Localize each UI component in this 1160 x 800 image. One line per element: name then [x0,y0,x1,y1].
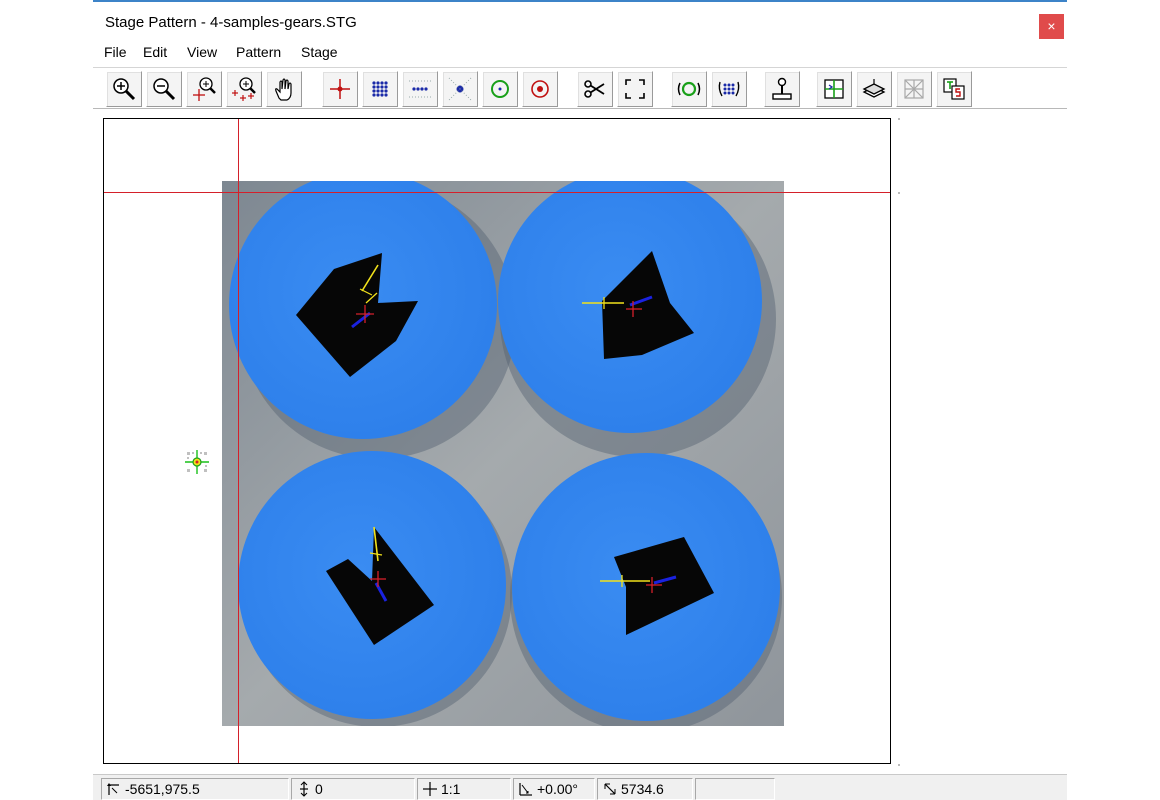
distance-value: 5734.6 [621,781,664,797]
coordinates-icon [107,783,119,795]
status-extra [695,778,775,800]
fit-to-window-button[interactable] [617,71,653,107]
zoom-in-button[interactable] [106,71,142,107]
close-button[interactable]: × [1039,14,1064,39]
samples-scan-graphic [222,181,784,726]
panel-tick [898,118,900,120]
fit-window-icon [625,79,645,99]
coordinates-value: -5651,975.5 [125,781,200,797]
text-settings-icon [943,78,965,100]
z-value: 0 [315,781,323,797]
zoom-point-icon [193,77,216,101]
title-bar: Stage Pattern - 4-samples-gears.STG × [93,4,1067,40]
menu-file[interactable]: File [104,44,127,60]
line-points-button[interactable] [402,71,438,107]
joystick-button[interactable] [764,71,800,107]
menu-pattern[interactable]: Pattern [236,44,281,60]
center-point-button[interactable] [442,71,478,107]
panel-tick [898,764,900,766]
scanner-button[interactable] [856,71,892,107]
crosshair-point-icon [330,79,350,99]
vertical-guide-line[interactable] [238,119,239,763]
disabled-grid-button[interactable] [896,71,932,107]
stage-origin-marker[interactable] [184,449,210,475]
menu-view-label: View [187,44,218,60]
zoom-in-icon [113,78,136,101]
scale-value: 1:1 [441,781,461,797]
center-point-icon [448,77,472,101]
app-root: Stage Pattern - 4-samples-gears.STG × Fi… [0,0,1160,800]
disabled-grid-icon [904,79,924,99]
menu-pattern-label: Pattern [236,44,282,60]
status-angle: +0.00° [513,778,595,800]
rotate-circles-icon [677,81,701,97]
single-point-button[interactable] [322,71,358,107]
hand-icon [275,78,292,101]
status-z: 0 [291,778,415,800]
canvas-area [93,110,1067,774]
stage-pattern-window: Stage Pattern - 4-samples-gears.STG × Fi… [93,0,1067,800]
menu-bar: File Edit View Pattern Stage [93,43,1067,65]
menu-edit[interactable]: Edit [143,44,167,60]
window-title: Stage Pattern - 4-samples-gears.STG [105,14,357,31]
origin-crosshair-icon [185,450,209,474]
menu-edit-label: Edit [143,44,168,60]
stage-move-icon [824,79,844,99]
panel-tick [898,192,900,194]
scissors-icon [584,80,605,98]
stage-move-button[interactable] [816,71,852,107]
pan-button[interactable] [266,71,302,107]
toolbar [93,67,1067,109]
text-settings-button[interactable] [936,71,972,107]
scanner-icon [862,79,886,98]
z-axis-icon [300,781,308,797]
joystick-icon [772,77,792,100]
rotate-grid-button[interactable] [711,71,747,107]
menu-file-label: File [104,44,127,60]
zoom-point-button[interactable] [186,71,222,107]
menu-view[interactable]: View [187,44,217,60]
grid-points-icon [372,81,388,97]
target-point-button[interactable] [522,71,558,107]
circle-points-icon [491,80,509,98]
distance-icon [604,783,616,795]
zoom-out-button[interactable] [146,71,182,107]
zoom-all-points-button[interactable] [226,71,262,107]
cut-button[interactable] [577,71,613,107]
horizontal-guide-line[interactable] [104,192,890,193]
target-icon [531,80,549,98]
status-distance: 5734.6 [597,778,693,800]
menu-stage[interactable]: Stage [301,44,338,60]
zoom-all-points-icon [232,77,256,101]
status-coordinates: -5651,975.5 [101,778,289,800]
pattern-canvas[interactable] [103,118,891,764]
scanned-image [222,181,784,726]
rotate-pattern-button[interactable] [671,71,707,107]
angle-icon [519,783,532,796]
circle-points-button[interactable] [482,71,518,107]
status-bar: -5651,975.5 0 1:1 +0.00° 5734.6 [93,774,1067,800]
grid-points-button[interactable] [362,71,398,107]
zoom-out-icon [153,78,176,101]
scale-cross-icon [423,782,437,796]
angle-value: +0.00° [537,781,579,797]
side-panel [898,110,1058,774]
rotate-grid-icon [718,81,740,97]
line-points-icon [409,80,431,98]
status-scale: 1:1 [417,778,511,800]
menu-stage-label: Stage [301,44,338,60]
